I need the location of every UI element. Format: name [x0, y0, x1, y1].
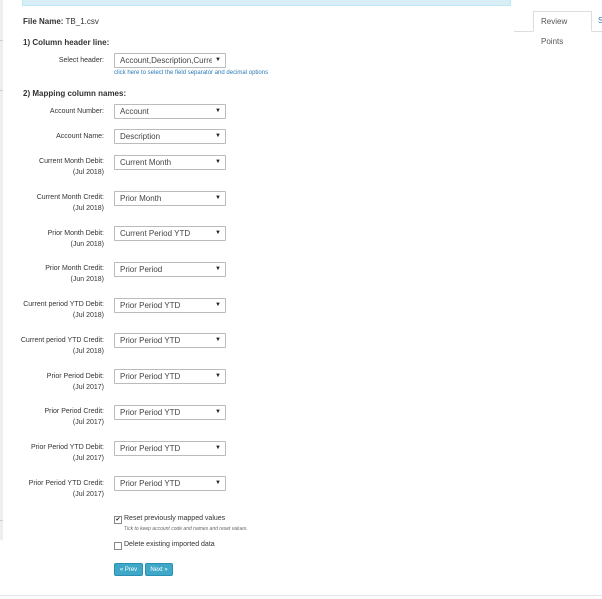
section-mapping-title: 2) Mapping column names: — [23, 89, 127, 98]
chevron-down-icon: ▼ — [215, 373, 221, 379]
current-period-ytd-debit-select[interactable]: Prior Period YTD ▼ — [114, 298, 226, 313]
file-name: File Name: TB_1.csv — [23, 17, 99, 26]
section-column-header-title: 1) Column header line: — [23, 38, 110, 47]
select-header-value: Account,Description,Curre — [120, 56, 212, 65]
file-name-label: File Name: — [23, 17, 64, 26]
next-button[interactable]: Next » — [145, 563, 173, 576]
account-number-select[interactable]: Account ▼ — [114, 104, 226, 119]
prior-month-credit-label: Prior Month Credit: (Jun 2018) — [45, 265, 104, 283]
sidebar-divider — [0, 90, 3, 91]
reset-mapped-checkbox[interactable]: ✔ — [114, 516, 122, 524]
field-separator-link[interactable]: click here to select the field separator… — [114, 70, 268, 76]
select-header-dropdown[interactable]: Account,Description,Curre ▼ — [114, 53, 226, 68]
chevron-down-icon: ▼ — [215, 57, 221, 63]
prior-month-debit-select[interactable]: Current Period YTD ▼ — [114, 226, 226, 241]
tab-review-points[interactable]: Review Points — [533, 11, 592, 46]
current-month-credit-select[interactable]: Prior Month ▼ — [114, 191, 226, 206]
prior-period-ytd-credit-label: Prior Period YTD Credit: (Jul 2017) — [28, 480, 104, 498]
chevron-down-icon: ▼ — [215, 337, 221, 343]
file-name-value: TB_1.csv — [65, 17, 99, 26]
current-period-ytd-debit-label: Current period YTD Debit: (Jul 2018) — [23, 301, 104, 319]
prior-period-ytd-debit-select[interactable]: Prior Period YTD ▼ — [114, 441, 226, 456]
chevron-down-icon: ▼ — [215, 266, 221, 272]
prior-month-credit-select[interactable]: Prior Period ▼ — [114, 262, 226, 277]
sidebar-divider — [0, 520, 3, 521]
chevron-down-icon: ▼ — [215, 445, 221, 451]
current-month-debit-label: Current Month Debit: (Jul 2018) — [39, 158, 104, 176]
current-period-ytd-credit-label: Current period YTD Credit: (Jul 2018) — [20, 337, 104, 355]
current-period-ytd-credit-select[interactable]: Prior Period YTD ▼ — [114, 333, 226, 348]
chevron-down-icon: ▼ — [215, 480, 221, 486]
sidebar-divider — [0, 40, 3, 41]
chevron-down-icon: ▼ — [215, 159, 221, 165]
chevron-down-icon: ▼ — [215, 195, 221, 201]
current-month-debit-select[interactable]: Current Month ▼ — [114, 155, 226, 170]
prior-period-credit-select[interactable]: Prior Period YTD ▼ — [114, 405, 226, 420]
select-header-label: Select header: — [58, 57, 104, 64]
prev-button[interactable]: « Prev — [114, 563, 143, 576]
chevron-down-icon: ▼ — [215, 133, 221, 139]
chevron-down-icon: ▼ — [215, 302, 221, 308]
delete-imported-label: Delete existing imported data — [124, 541, 215, 548]
chevron-down-icon: ▼ — [215, 230, 221, 236]
account-name-select[interactable]: Description ▼ — [114, 129, 226, 144]
left-sidebar-strip — [0, 0, 3, 540]
prior-period-debit-select[interactable]: Prior Period YTD ▼ — [114, 369, 226, 384]
prior-period-debit-label: Prior Period Debit: (Jul 2017) — [46, 373, 104, 391]
info-banner — [22, 0, 511, 6]
chevron-down-icon: ▼ — [215, 409, 221, 415]
reset-mapped-label: Reset previously mapped values — [124, 515, 226, 522]
chevron-down-icon: ▼ — [215, 108, 221, 114]
reset-mapped-hint: Tick to keep account code and names and … — [124, 526, 248, 532]
prior-period-ytd-debit-label: Prior Period YTD Debit: (Jul 2017) — [30, 444, 104, 462]
prior-month-debit-label: Prior Month Debit: (Jun 2018) — [47, 230, 104, 248]
prior-period-ytd-credit-select[interactable]: Prior Period YTD ▼ — [114, 476, 226, 491]
delete-imported-checkbox[interactable] — [114, 542, 122, 550]
prior-period-credit-label: Prior Period Credit: (Jul 2017) — [44, 408, 104, 426]
tab-next[interactable]: S — [593, 11, 602, 32]
account-name-label: Account Name: — [56, 133, 104, 140]
footer-divider — [0, 595, 602, 596]
current-month-credit-label: Current Month Credit: (Jul 2018) — [36, 194, 104, 212]
account-number-label: Account Number: — [49, 108, 104, 115]
